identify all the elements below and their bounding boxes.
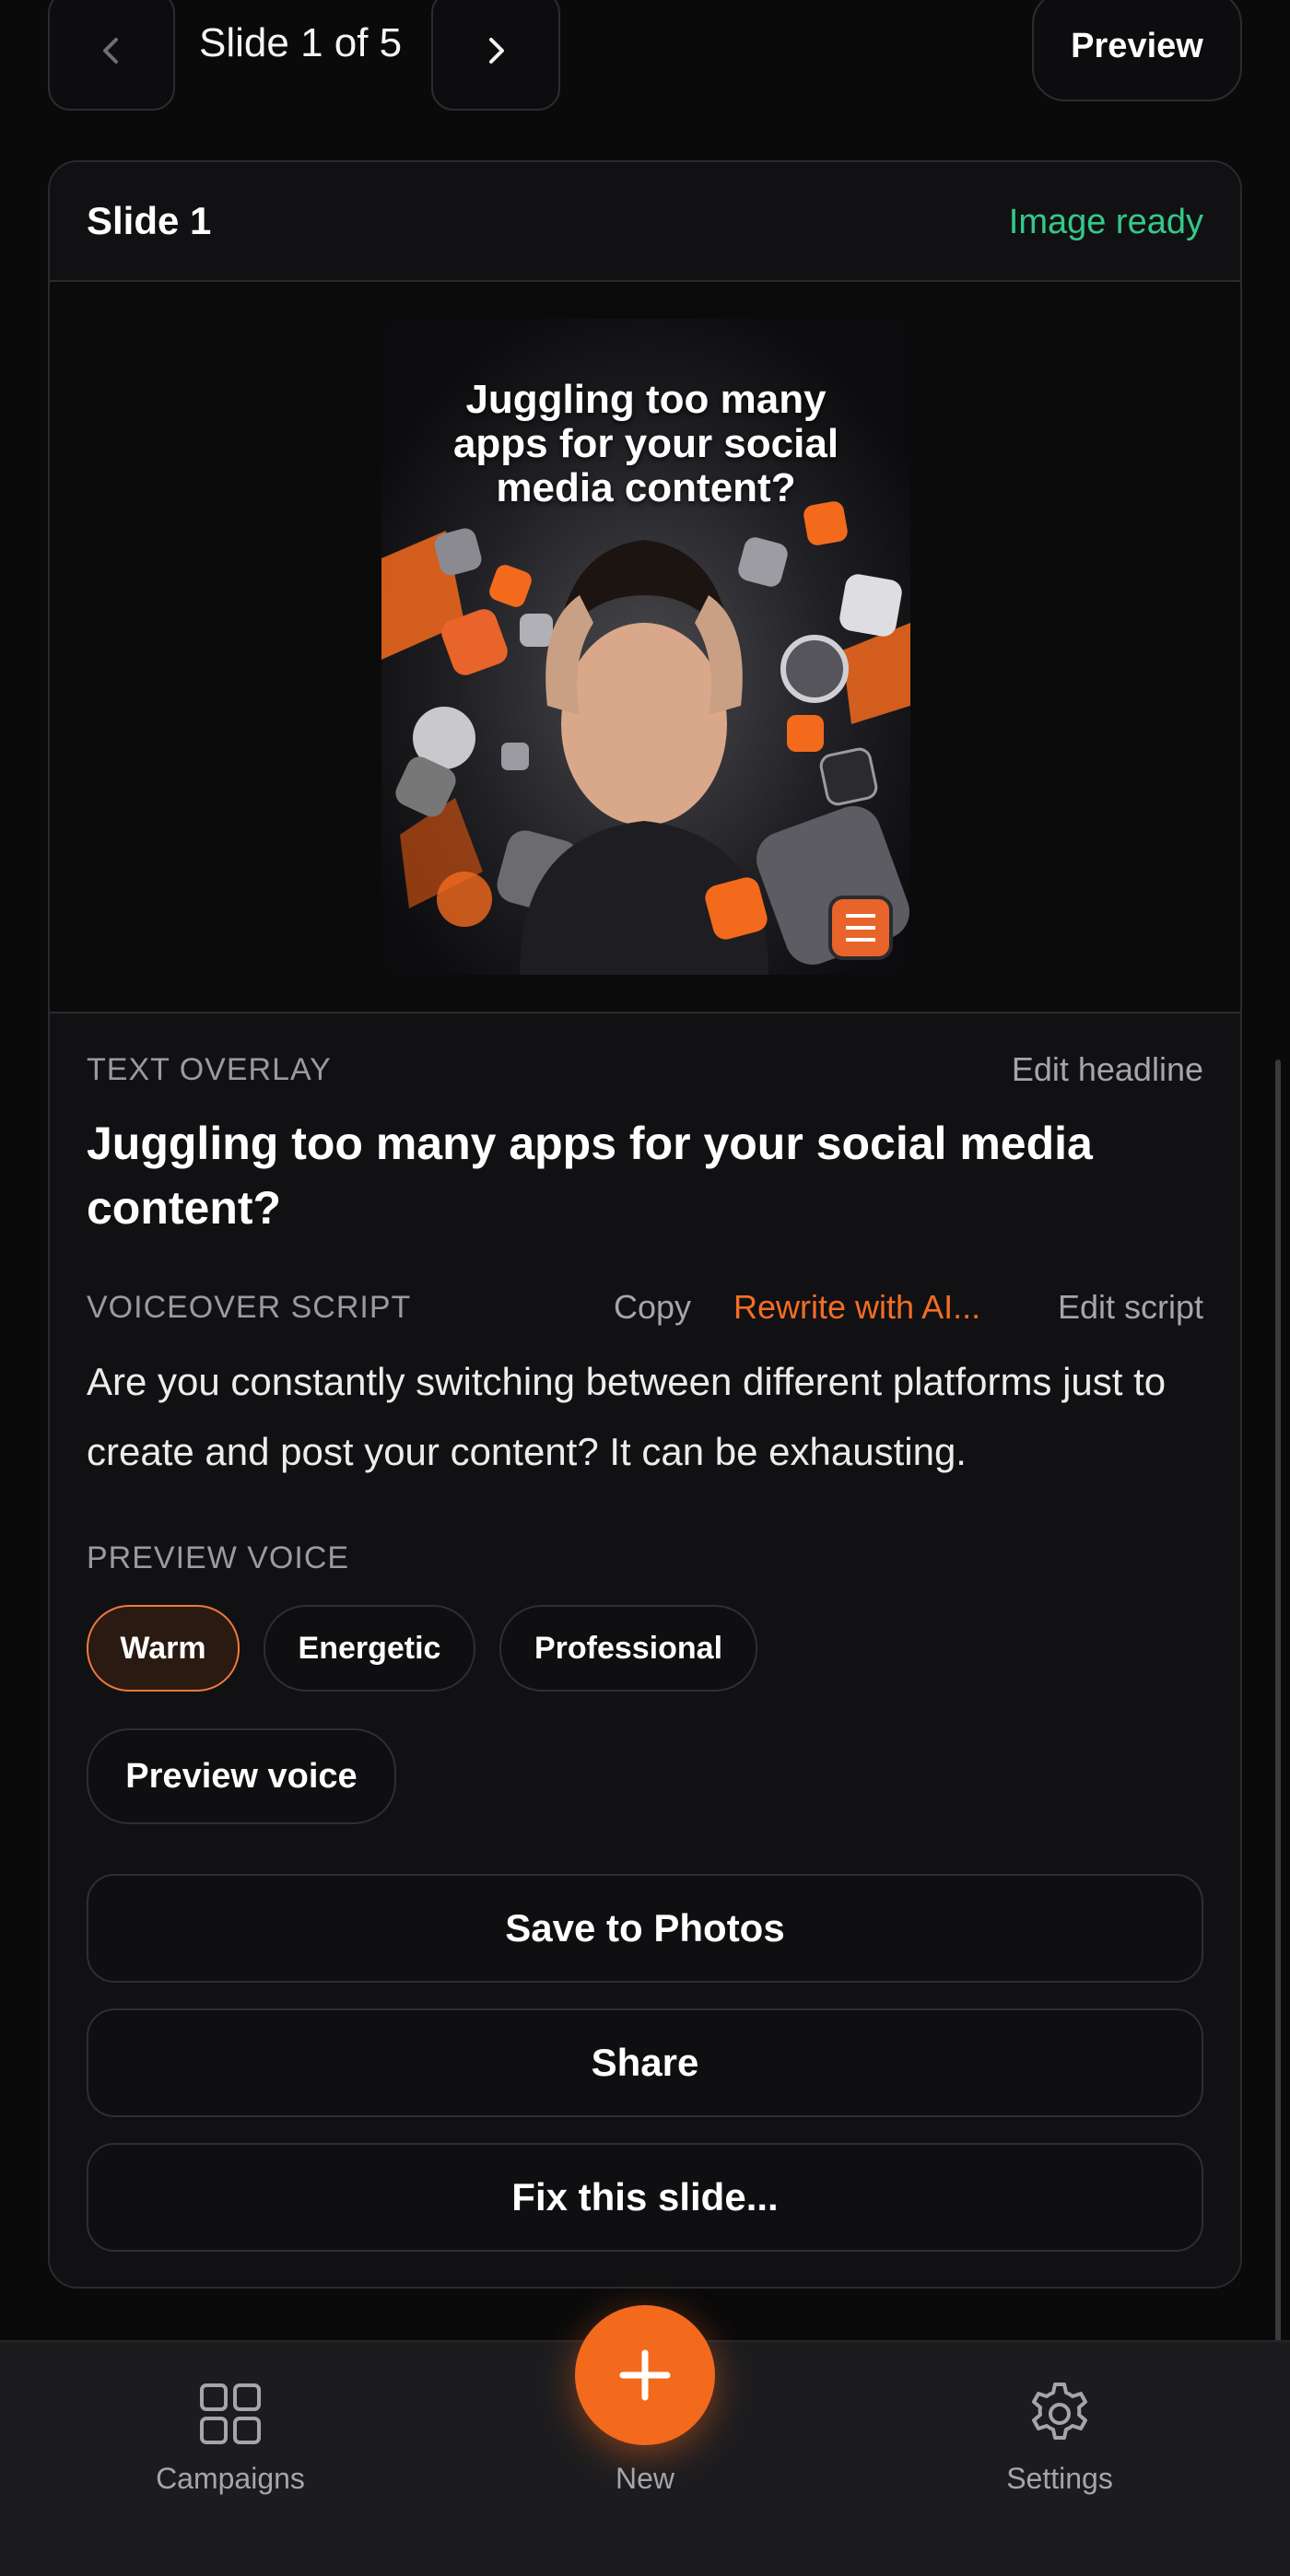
slide-title: Slide 1 bbox=[87, 199, 212, 242]
slide-counter: Slide 1 of 5 bbox=[199, 20, 403, 65]
preview-button[interactable]: Preview bbox=[1032, 0, 1242, 101]
grid-icon bbox=[200, 2383, 261, 2444]
share-button[interactable]: Share bbox=[87, 2008, 1203, 2117]
tab-campaigns-label: Campaigns bbox=[156, 2462, 305, 2495]
overlay-headline: Juggling too many apps for your social m… bbox=[87, 1118, 1093, 1234]
chevron-right-icon bbox=[489, 38, 504, 64]
bottom-tab-bar: Campaigns New Settings bbox=[0, 2305, 1290, 2576]
text-overlay-label: TEXT OVERLAY bbox=[87, 1052, 332, 1087]
next-slide-button[interactable] bbox=[431, 0, 560, 111]
edit-script-link[interactable]: Edit script bbox=[1058, 1288, 1203, 1327]
scrollbar[interactable] bbox=[1275, 1060, 1281, 2386]
tab-settings[interactable]: Settings bbox=[968, 2370, 1152, 2508]
gear-icon bbox=[1032, 2383, 1087, 2440]
voiceover-script-label: VOICEOVER SCRIPT bbox=[87, 1290, 412, 1325]
tab-campaigns[interactable]: Campaigns bbox=[138, 2370, 322, 2508]
copy-script-link[interactable]: Copy bbox=[614, 1288, 691, 1327]
plus-icon bbox=[619, 2349, 671, 2401]
slide-card-header: Slide 1 Image ready bbox=[50, 162, 1240, 282]
edit-headline-link[interactable]: Edit headline bbox=[1012, 1050, 1203, 1089]
slide-image-headline: Juggling too many apps for your social m… bbox=[452, 377, 839, 510]
tab-new-label: New bbox=[615, 2462, 674, 2495]
save-to-photos-button[interactable]: Save to Photos bbox=[87, 1874, 1203, 1983]
slide-image[interactable]: Juggling too many apps for your social m… bbox=[381, 319, 910, 975]
preview-voice-label: PREVIEW VOICE bbox=[87, 1540, 350, 1575]
fix-slide-button[interactable]: Fix this slide... bbox=[87, 2143, 1203, 2252]
slide-image-area: Juggling too many apps for your social m… bbox=[50, 282, 1240, 1013]
rewrite-with-ai-link[interactable]: Rewrite with AI... bbox=[733, 1288, 980, 1327]
new-button[interactable] bbox=[575, 2305, 715, 2445]
status-badge: Image ready bbox=[1008, 203, 1203, 241]
voice-option-warm[interactable]: Warm bbox=[87, 1605, 240, 1692]
preview-voice-button[interactable]: Preview voice bbox=[87, 1728, 396, 1824]
voice-option-energetic[interactable]: Energetic bbox=[264, 1605, 475, 1692]
voice-option-professional[interactable]: Professional bbox=[499, 1605, 757, 1692]
slide-card: Slide 1 Image ready Juggling too many ap… bbox=[48, 160, 1242, 2289]
voiceover-script-text: Are you constantly switching between dif… bbox=[87, 1360, 1167, 1473]
tab-settings-label: Settings bbox=[1006, 2462, 1113, 2495]
chevron-left-icon bbox=[103, 38, 118, 64]
previous-slide-button[interactable] bbox=[48, 0, 175, 111]
